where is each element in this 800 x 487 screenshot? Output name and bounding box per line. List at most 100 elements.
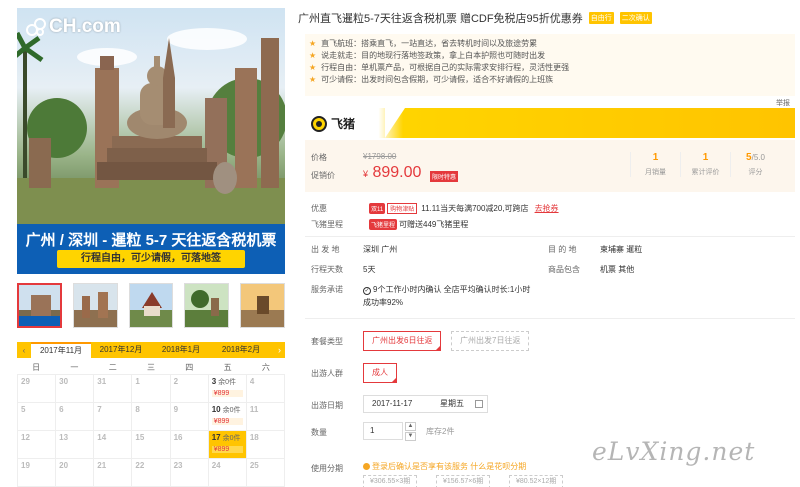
calendar-day-cell: 31 bbox=[94, 375, 133, 403]
feature-text: 可少请假：出发时间包含假期，可少请假，适合不好请假的上班族 bbox=[321, 75, 554, 84]
calendar-day-number: 20 bbox=[59, 461, 69, 470]
calendar-day-price: ¥899 bbox=[211, 390, 243, 397]
list-item: ★ 可少请假：出发时间包含假期，可少请假，适合不好请假的上班族 bbox=[309, 74, 791, 86]
package-row: 套餐类型 广州出发6日往返 广州出发7日往返 bbox=[311, 331, 791, 355]
get-coupon-link[interactable]: 去抢券 bbox=[535, 203, 559, 214]
stat-monthly-sales: 1 月销量 bbox=[630, 152, 680, 177]
traveler-label: 出游人群 bbox=[311, 369, 343, 378]
calendar-day-cell[interactable]: 10 余0件 ¥899 bbox=[208, 403, 247, 431]
weekday-label: 二 bbox=[108, 363, 117, 372]
tab-month-3[interactable]: 2018年1月 bbox=[151, 342, 211, 358]
discount-text: 11.11当天每满700减20,可跨店 bbox=[421, 203, 529, 213]
calendar-day-cell: 2 bbox=[170, 375, 209, 403]
calendar-day-number: 18 bbox=[249, 433, 259, 442]
badge-free-travel: 自由行 bbox=[588, 12, 614, 24]
traveler-row: 出游人群 成人 bbox=[311, 363, 791, 387]
thumbnail-2[interactable] bbox=[72, 283, 118, 328]
date-row: 出游日期 2017-11-17 星期五 bbox=[311, 395, 791, 417]
calendar-day-stock: 余0件 bbox=[218, 379, 237, 386]
thumbnail-4[interactable] bbox=[184, 283, 230, 328]
list-item: ★ 行程自由：单机票产品，可根据自己的实际需求安排行程，灵活性更强 bbox=[309, 62, 791, 74]
discount-row: 优惠 双11 购物津贴 11.11当天每满700减20,可跨店 去抢券 bbox=[311, 200, 791, 216]
star-icon: ★ bbox=[309, 75, 317, 84]
calendar-day-cell: 12 bbox=[18, 431, 57, 459]
quantity-decrease-icon[interactable]: ▼ bbox=[405, 432, 416, 441]
includes-label: 商品包含 bbox=[548, 265, 580, 274]
feature-text: 行程自由：单机票产品，可根据自己的实际需求安排行程，灵活性更强 bbox=[321, 63, 570, 72]
calendar-day-cell: 8 bbox=[132, 403, 171, 431]
spec-row: 出 发 地 深圳 广州 目 的 地 柬埔寨 暹粒 bbox=[311, 244, 791, 258]
spec-row: 成功率92% bbox=[311, 297, 791, 311]
traveler-option-adult[interactable]: 成人 bbox=[363, 363, 397, 383]
destination-label: 目 的 地 bbox=[548, 245, 577, 254]
calendar-day-cell: 18 bbox=[246, 431, 285, 459]
includes-value: 机票 其他 bbox=[600, 265, 635, 274]
feature-list: ★ 直飞航班：搭乘直飞，一站直达，省去转机时间以及旅途劳累 ★ 说走就走：目的地现行… bbox=[305, 34, 795, 96]
calendar-prev-icon[interactable]: ‹ bbox=[17, 346, 31, 355]
calendar-day-number: 12 bbox=[21, 433, 30, 442]
service-text: 9个工作小时内确认 全店平均确认时长:1小时 bbox=[373, 285, 531, 294]
calendar-day-number: 6 bbox=[59, 405, 64, 414]
current-price: ¥ 899.00 bbox=[363, 164, 421, 182]
check-icon: ✓ bbox=[363, 287, 371, 295]
calendar-day-number: 4 bbox=[249, 377, 255, 386]
logo-text: CH.com bbox=[49, 16, 121, 37]
calendar-day-number: 31 bbox=[97, 377, 107, 386]
quantity-increase-icon[interactable]: ▲ bbox=[405, 422, 416, 431]
stat-label: 累计评价 bbox=[691, 169, 720, 176]
calendar-weekday-header: 日 一 二 三 四 五 六 bbox=[17, 362, 285, 374]
stat-rating: 5/5.0 评分 bbox=[730, 152, 780, 177]
calendar-day-number: 11 bbox=[249, 405, 259, 414]
tab-month-4[interactable]: 2018年2月 bbox=[211, 342, 271, 358]
watermark: eLvXing.net bbox=[592, 437, 756, 466]
bar-wedge bbox=[385, 108, 405, 138]
package-option-7day[interactable]: 广州出发7日往返 bbox=[451, 331, 530, 351]
quantity-input[interactable]: 1 bbox=[363, 422, 403, 440]
calendar-day-number: 10 bbox=[211, 405, 221, 414]
package-option-6day[interactable]: 广州出发6日往返 bbox=[363, 331, 442, 351]
price-label: 价格 bbox=[311, 153, 327, 162]
thumbnail-1[interactable] bbox=[17, 283, 62, 328]
installment-option-3[interactable]: ¥306.55×3期 bbox=[363, 475, 418, 487]
calendar-day-number: 8 bbox=[135, 405, 140, 414]
calendar-day-cell: 9 bbox=[170, 403, 209, 431]
tab-month-1[interactable]: 2017年11月 bbox=[31, 342, 91, 358]
days-label: 行程天数 bbox=[311, 265, 343, 274]
report-link[interactable]: 举报 bbox=[776, 98, 790, 108]
thumbnail-5[interactable] bbox=[240, 283, 285, 328]
stat-value: 1 bbox=[652, 152, 659, 163]
date-label: 出游日期 bbox=[311, 401, 343, 410]
allowance-pill: 购物津贴 bbox=[387, 202, 418, 214]
installment-help-link[interactable]: 什么是花呗分期 bbox=[470, 462, 526, 471]
thumbnail-strip bbox=[17, 283, 285, 329]
calendar-icon[interactable] bbox=[475, 400, 483, 408]
calendar-day-cell[interactable]: 17 余0件 ¥899 bbox=[208, 431, 247, 459]
calendar-day-cell: 25 bbox=[246, 459, 285, 487]
calendar-day-number: 9 bbox=[173, 405, 179, 414]
price-box: 价格 促销价 ¥1798.00 ¥ 899.00 限时特惠 1 月销量 1 累计… bbox=[305, 140, 795, 192]
spec-row: 行程天数 5天 商品包含 机票 其他 bbox=[311, 264, 791, 278]
calendar-day-number: 25 bbox=[249, 461, 259, 470]
list-item: ★ 直飞航班：搭乘直飞，一站直达，省去转机时间以及旅途劳累 bbox=[309, 38, 791, 50]
fliggy-brand-bar: 飞猪 bbox=[305, 108, 795, 138]
stat-reviews[interactable]: 1 累计评价 bbox=[680, 152, 730, 177]
banner-title: 广州 / 深圳 - 暹粒 5-7 天往返含税机票 bbox=[25, 232, 277, 249]
limited-offer-tag: 限时特惠 bbox=[430, 171, 459, 182]
weekday-label: 一 bbox=[70, 363, 79, 372]
miles-row: 飞猪里程 飞猪里程 可赠送449飞猪里程 bbox=[311, 216, 791, 232]
divider bbox=[305, 236, 795, 237]
calendar-day-cell: 21 bbox=[94, 459, 133, 487]
stat-suffix: /5.0 bbox=[751, 153, 765, 162]
installment-option-6[interactable]: ¥156.57×6期 bbox=[436, 475, 491, 487]
calendar-day-stock: 余0件 bbox=[222, 435, 241, 442]
installment-option-12[interactable]: ¥80.52×12期 bbox=[509, 475, 564, 487]
thumbnail-3[interactable] bbox=[128, 283, 174, 328]
list-item: ★ 说走就走：目的地现行落地签政策，拿上白本护照也可随时出发 bbox=[309, 50, 791, 62]
calendar-day-stock: 余0件 bbox=[222, 407, 241, 414]
calendar-day-cell: 23 bbox=[170, 459, 209, 487]
travel-date-input[interactable]: 2017-11-17 星期五 bbox=[363, 395, 488, 413]
calendar-month-tabs: ‹ 2017年11月 2017年12月 2018年1月 2018年2月 › bbox=[17, 342, 285, 358]
tab-month-2[interactable]: 2017年12月 bbox=[91, 342, 151, 358]
calendar-day-cell[interactable]: 3 余0件 ¥899 bbox=[208, 375, 247, 403]
calendar-next-icon[interactable]: › bbox=[278, 342, 281, 358]
